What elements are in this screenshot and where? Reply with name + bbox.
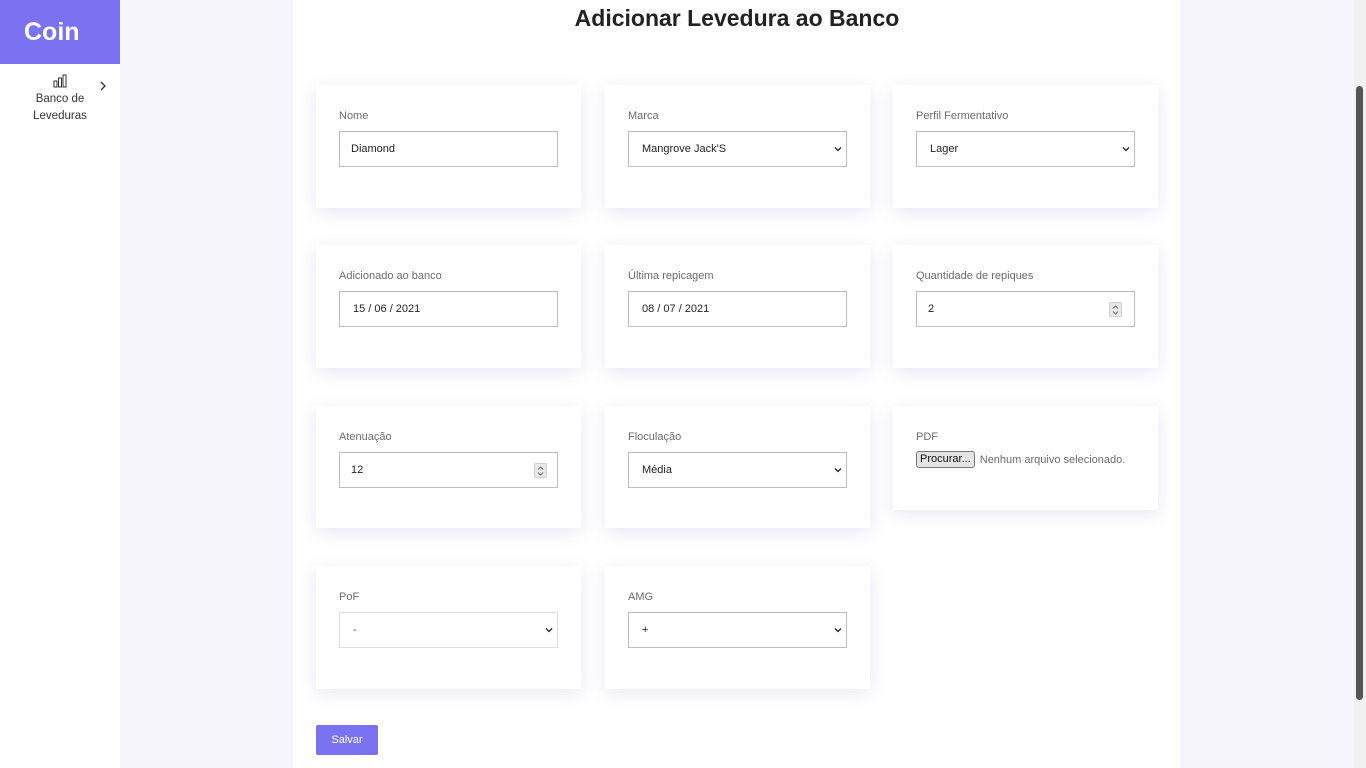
- marca-value: Mangrove Jack'S: [642, 143, 727, 155]
- amg-select[interactable]: +: [628, 612, 847, 648]
- chevron-down-icon: [834, 468, 842, 473]
- chevron-down-icon: [834, 628, 842, 633]
- pdf-file-input[interactable]: Procurar... Nenhum arquivo selecionado.: [916, 451, 1135, 468]
- card-marca: Marca Mangrove Jack'S: [605, 85, 870, 208]
- pof-value: -: [353, 624, 357, 636]
- marca-select[interactable]: Mangrove Jack'S: [628, 131, 847, 167]
- brand-logo[interactable]: Coin: [0, 0, 120, 64]
- card-ultima-repicagem: Última repicagem 08 / 07 / 2021: [605, 245, 870, 368]
- perfil-select[interactable]: Lager: [916, 131, 1135, 167]
- quantidade-repiques-value: 2: [928, 303, 935, 315]
- quantidade-repiques-number-input[interactable]: 2: [916, 291, 1135, 327]
- card-adicionado: Adicionado ao banco 15 / 06 / 2021: [316, 245, 581, 368]
- card-atenuacao: Atenuação 12: [316, 406, 581, 528]
- ultima-repicagem-date-input[interactable]: 08 / 07 / 2021: [628, 291, 847, 327]
- nome-input[interactable]: Diamond: [339, 131, 558, 167]
- amg-value: +: [642, 624, 649, 636]
- number-stepper[interactable]: [534, 463, 547, 478]
- nome-label: Nome: [339, 110, 369, 122]
- pof-select[interactable]: -: [339, 612, 558, 648]
- adicionado-date-input[interactable]: 15 / 06 / 2021: [339, 291, 558, 327]
- card-pdf: PDF Procurar... Nenhum arquivo seleciona…: [893, 406, 1158, 510]
- atenuacao-label: Atenuação: [339, 431, 392, 443]
- marca-label: Marca: [628, 110, 659, 122]
- ultima-repicagem-value: 08 / 07 / 2021: [642, 303, 710, 315]
- sidebar-item-label: Banco de Leveduras: [33, 93, 87, 122]
- chevron-down-icon: [545, 628, 553, 633]
- card-quantidade-repiques: Quantidade de repiques 2: [893, 245, 1158, 368]
- floculacao-select[interactable]: Média: [628, 452, 847, 488]
- adicionado-label: Adicionado ao banco: [339, 270, 442, 282]
- card-floculacao: Floculação Média: [605, 406, 870, 528]
- chevron-down-icon: [834, 147, 842, 152]
- pof-label: PoF: [339, 591, 360, 603]
- card-nome: Nome Diamond: [316, 85, 581, 208]
- ultima-repicagem-label: Última repicagem: [628, 270, 714, 282]
- page-title: Adicionar Levedura ao Banco: [574, 5, 900, 31]
- bar-chart-icon: [53, 74, 67, 88]
- floculacao-label: Floculação: [628, 431, 682, 443]
- stepper-arrows-icon: [1112, 304, 1119, 315]
- amg-label: AMG: [628, 591, 654, 603]
- main-panel: Adicionar Levedura ao Banco Nome Diamond…: [293, 0, 1181, 768]
- number-stepper[interactable]: [1109, 302, 1122, 317]
- save-button[interactable]: Salvar: [316, 725, 378, 755]
- perfil-label: Perfil Fermentativo: [916, 110, 1009, 122]
- card-amg: AMG +: [605, 566, 870, 689]
- stepper-arrows-icon: [537, 465, 544, 476]
- nome-value: Diamond: [351, 143, 396, 155]
- chevron-right-icon: [100, 81, 106, 91]
- quantidade-repiques-label: Quantidade de repiques: [916, 270, 1034, 282]
- adicionado-value: 15 / 06 / 2021: [353, 303, 421, 315]
- sidebar-item-banco-de-leveduras[interactable]: Banco de Leveduras: [0, 64, 120, 126]
- atenuacao-value: 12: [351, 464, 364, 476]
- file-status-text: Nenhum arquivo selecionado.: [979, 453, 1126, 466]
- atenuacao-number-input[interactable]: 12: [339, 452, 558, 488]
- sidebar: Coin Banco de Leveduras: [0, 0, 120, 768]
- scrollbar-thumb[interactable]: [1356, 86, 1363, 700]
- browse-file-button[interactable]: Procurar...: [916, 451, 975, 468]
- pdf-label: PDF: [916, 431, 938, 443]
- perfil-value: Lager: [930, 143, 959, 155]
- chevron-down-icon: [1122, 147, 1130, 152]
- card-pof: PoF -: [316, 566, 581, 689]
- card-perfil-fermentativo: Perfil Fermentativo Lager: [893, 85, 1158, 208]
- floculacao-value: Média: [642, 464, 672, 476]
